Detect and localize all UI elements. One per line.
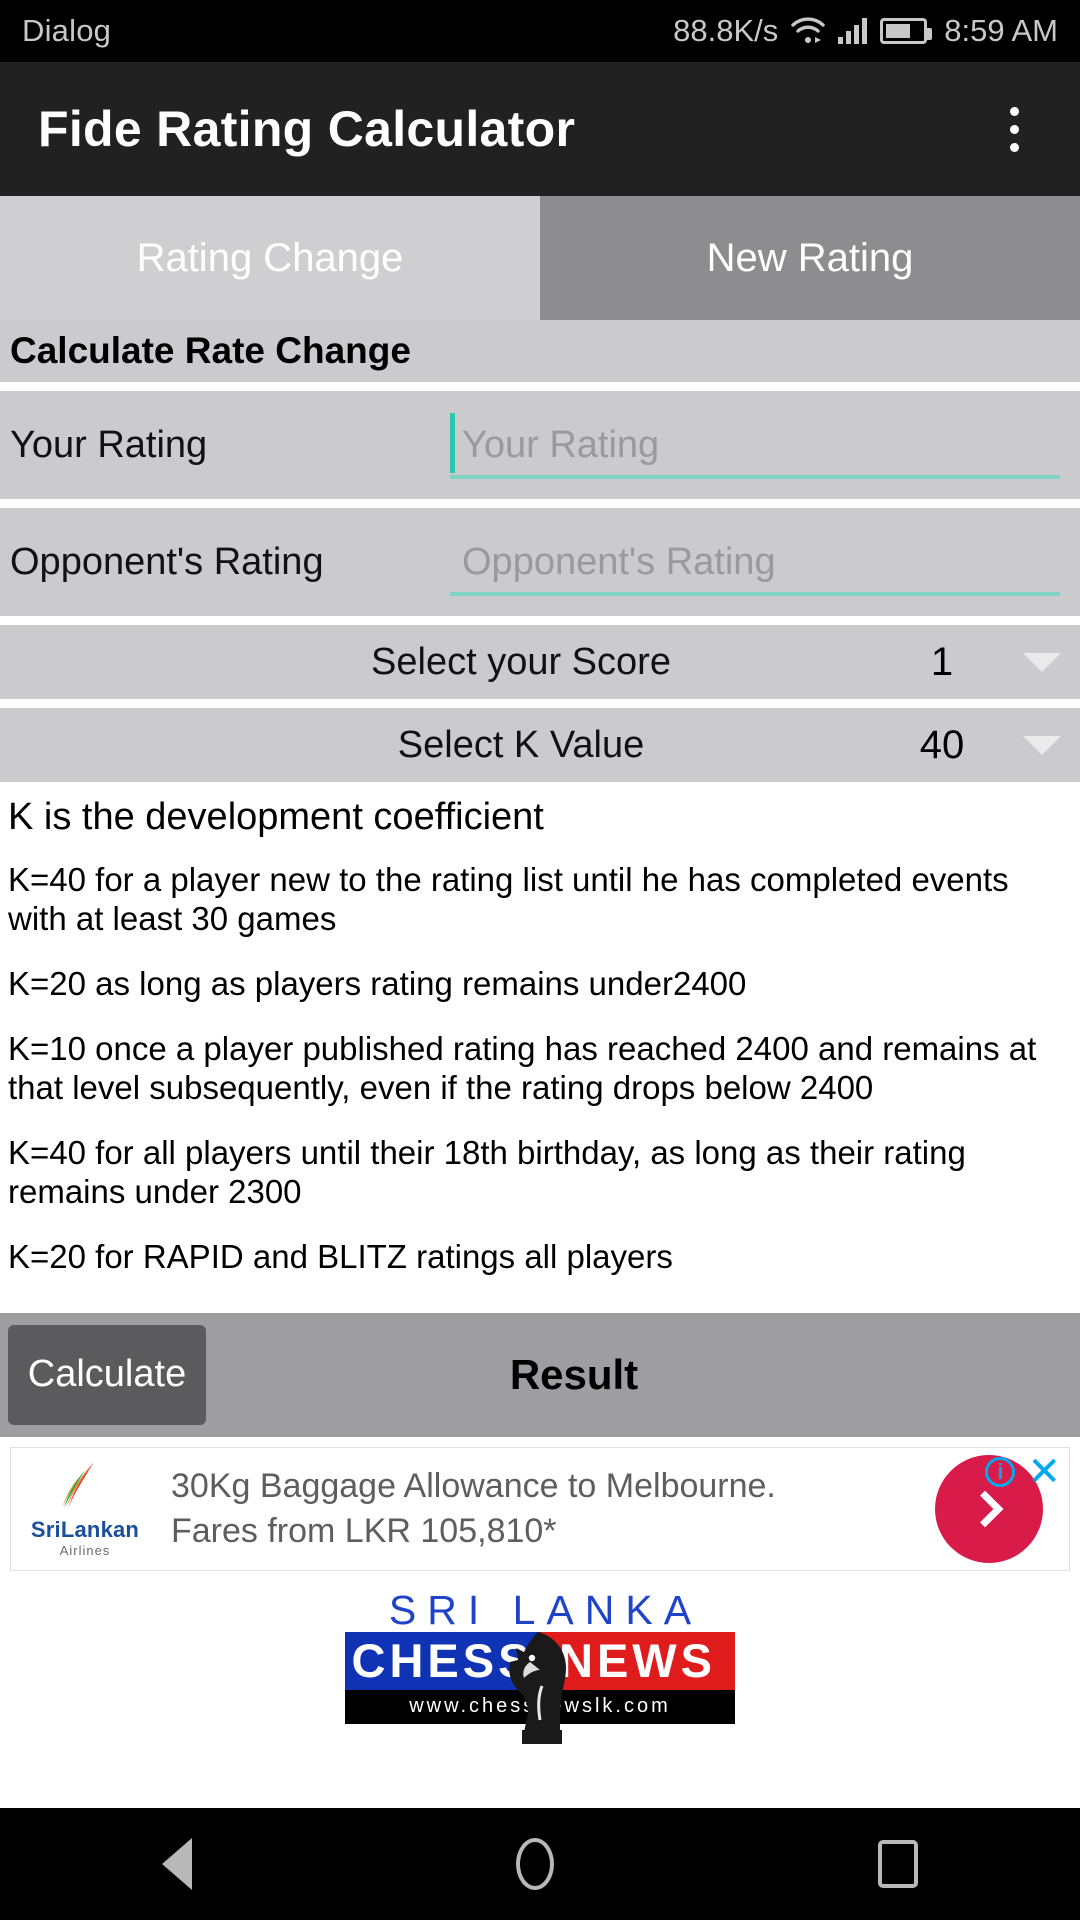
k-info-paragraph: K=20 for RAPID and BLITZ ratings all pla… (8, 1237, 673, 1275)
logo-top-text: SRI LANKA (388, 1586, 703, 1633)
ad-info-icon[interactable]: i (985, 1456, 1016, 1487)
home-circle-icon[interactable] (516, 1838, 554, 1890)
k-value-spinner[interactable]: Select K Value 40 (0, 708, 1080, 782)
row-divider (0, 499, 1080, 508)
tab-rating-change-label: Rating Change (136, 235, 404, 280)
more-vertical-icon[interactable] (986, 94, 1042, 164)
phone-screen: Dialog 88.8K/s 8:59 AM Fide Rating Calcu… (0, 0, 1080, 1920)
row-divider (0, 616, 1080, 625)
opponent-rating-placeholder: Opponent's Rating (462, 540, 776, 583)
chess-knight-icon (494, 1628, 586, 1746)
chess-news-logo: SRI LANKA CHESS NEWS www.chessn (345, 1586, 735, 1744)
row-divider (0, 699, 1080, 708)
your-rating-label: Your Rating (10, 423, 208, 466)
result-label: Result (509, 1350, 639, 1398)
section-header: Calculate Rate Change (0, 320, 1080, 382)
footer-logo-container: SRI LANKA CHESS NEWS www.chessn (0, 1570, 1080, 1744)
status-bar: Dialog 88.8K/s 8:59 AM (0, 0, 1080, 62)
advertiser-logo: SriLankan Airlines (11, 1460, 159, 1558)
action-bar: Calculate Result (0, 1312, 1080, 1437)
tab-bar: Rating Change New Rating (0, 196, 1080, 320)
score-spinner-value: 1 (930, 639, 954, 684)
logo-middle-band: CHESS NEWS (345, 1631, 735, 1744)
page-title: Fide Rating Calculator (38, 101, 576, 157)
k-value-spinner-label: Select K Value (397, 723, 645, 766)
tab-new-rating-label: New Rating (706, 235, 914, 280)
battery-icon (880, 18, 933, 44)
k-info-paragraph: K=20 as long as players rating remains u… (8, 964, 747, 1002)
your-rating-placeholder: Your Rating (462, 423, 660, 466)
k-info-block: K is the development coefficient K=40 fo… (0, 782, 1080, 1313)
opponent-rating-input[interactable]: Opponent's Rating (450, 508, 1070, 616)
your-rating-input[interactable]: Your Rating (450, 391, 1070, 499)
score-spinner[interactable]: Select your Score 1 (0, 625, 1080, 699)
opponent-rating-row: Opponent's Rating Opponent's Rating (0, 508, 1080, 616)
advertiser-subtitle: Airlines (59, 1542, 111, 1558)
close-icon[interactable]: ✕ (1027, 1452, 1061, 1492)
signal-bars-icon (838, 18, 868, 44)
k-info-heading: K is the development coefficient (8, 796, 544, 838)
wifi-icon (791, 17, 825, 45)
network-speed-label: 88.8K/s (673, 13, 779, 48)
calculate-button[interactable]: Calculate (8, 1324, 206, 1425)
srilankan-swoosh-icon (54, 1460, 116, 1514)
advertiser-name: SriLankan (30, 1516, 140, 1542)
score-spinner-label: Select your Score (371, 640, 671, 683)
input-underline (450, 592, 1060, 596)
ad-copy: 30Kg Baggage Allowance to Melbourne. Far… (159, 1464, 935, 1554)
ad-headline: 30Kg Baggage Allowance to Melbourne. (171, 1466, 776, 1505)
tab-rating-change[interactable]: Rating Change (0, 196, 540, 320)
your-rating-row: Your Rating Your Rating (0, 391, 1080, 499)
recents-square-icon[interactable] (878, 1840, 918, 1888)
chevron-down-icon[interactable] (1014, 735, 1070, 755)
text-caret (450, 413, 455, 473)
tab-new-rating[interactable]: New Rating (540, 196, 1080, 320)
ad-subline: Fares from LKR 105,810* (171, 1511, 557, 1550)
input-underline (450, 475, 1060, 479)
status-icons: 88.8K/s 8:59 AM (673, 13, 1058, 49)
app-bar: Fide Rating Calculator (0, 62, 1080, 196)
k-info-paragraph: K=40 for all players until their 18th bi… (8, 1133, 966, 1210)
ad-container: SriLankan Airlines 30Kg Baggage Allowanc… (0, 1436, 1080, 1571)
section-title: Calculate Rate Change (10, 330, 411, 371)
k-info-paragraph: K=40 for a player new to the rating list… (8, 861, 1009, 937)
carrier-label: Dialog (22, 13, 112, 48)
ad-badges: i ✕ (985, 1452, 1061, 1492)
clock-label: 8:59 AM (944, 13, 1058, 48)
main-content: Calculate Rate Change Your Rating Your R… (0, 320, 1080, 1744)
chevron-down-icon[interactable] (1014, 652, 1070, 672)
k-info-paragraph: K=10 once a player published rating has … (8, 1029, 1037, 1106)
opponent-rating-label: Opponent's Rating (10, 540, 324, 583)
ad-banner[interactable]: SriLankan Airlines 30Kg Baggage Allowanc… (10, 1446, 1070, 1571)
k-value-spinner-value: 40 (919, 722, 965, 767)
row-divider (0, 382, 1080, 391)
back-triangle-icon[interactable] (162, 1838, 192, 1890)
android-nav-bar (0, 1808, 1080, 1920)
